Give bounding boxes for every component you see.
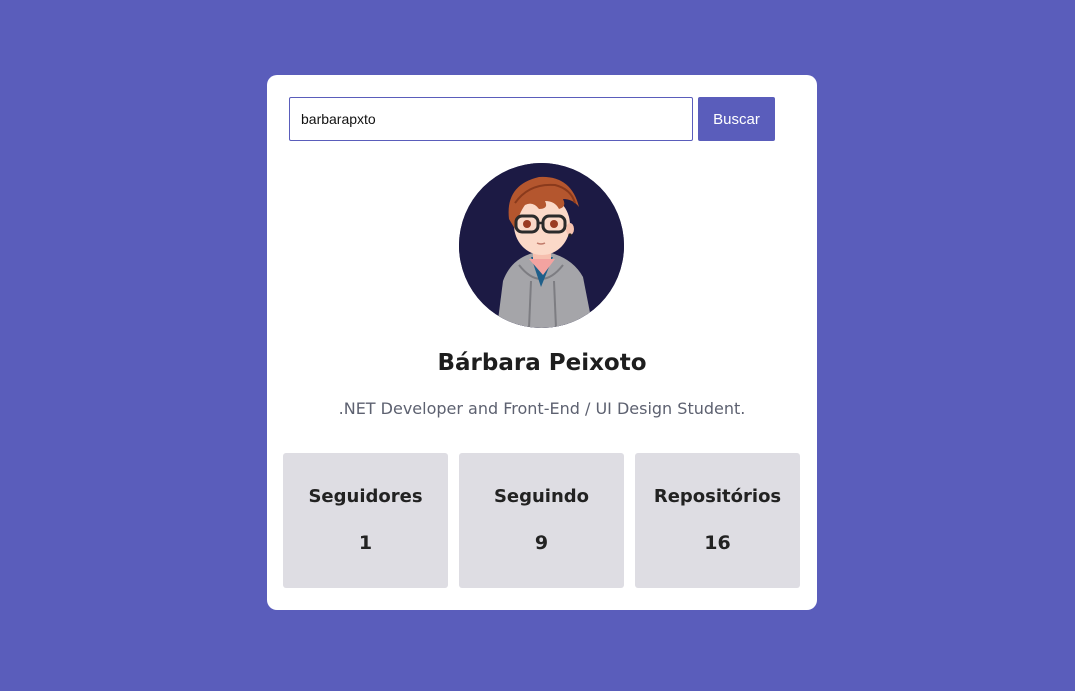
profile-bio: .NET Developer and Front-End / UI Design…: [338, 399, 746, 418]
stat-value: 9: [534, 532, 549, 554]
stat-followers: Seguidores 1: [283, 453, 448, 588]
stat-label: Seguidores: [308, 486, 423, 507]
search-input[interactable]: [289, 97, 693, 141]
stat-value: 1: [358, 532, 373, 554]
stats-row: Seguidores 1 Seguindo 9 Repositórios 16: [283, 453, 800, 588]
search-button[interactable]: Buscar: [698, 97, 775, 141]
search-bar: Buscar: [289, 97, 775, 141]
stat-label: Seguindo: [493, 486, 590, 507]
avatar: [459, 163, 624, 328]
stat-repositories: Repositórios 16: [635, 453, 800, 588]
stat-label: Repositórios: [653, 486, 782, 507]
profile-card: Buscar: [267, 75, 817, 610]
stat-following: Seguindo 9: [459, 453, 624, 588]
stat-value: 16: [704, 532, 731, 554]
profile-name: Bárbara Peixoto: [437, 350, 647, 376]
avatar-illustration: [459, 163, 624, 328]
